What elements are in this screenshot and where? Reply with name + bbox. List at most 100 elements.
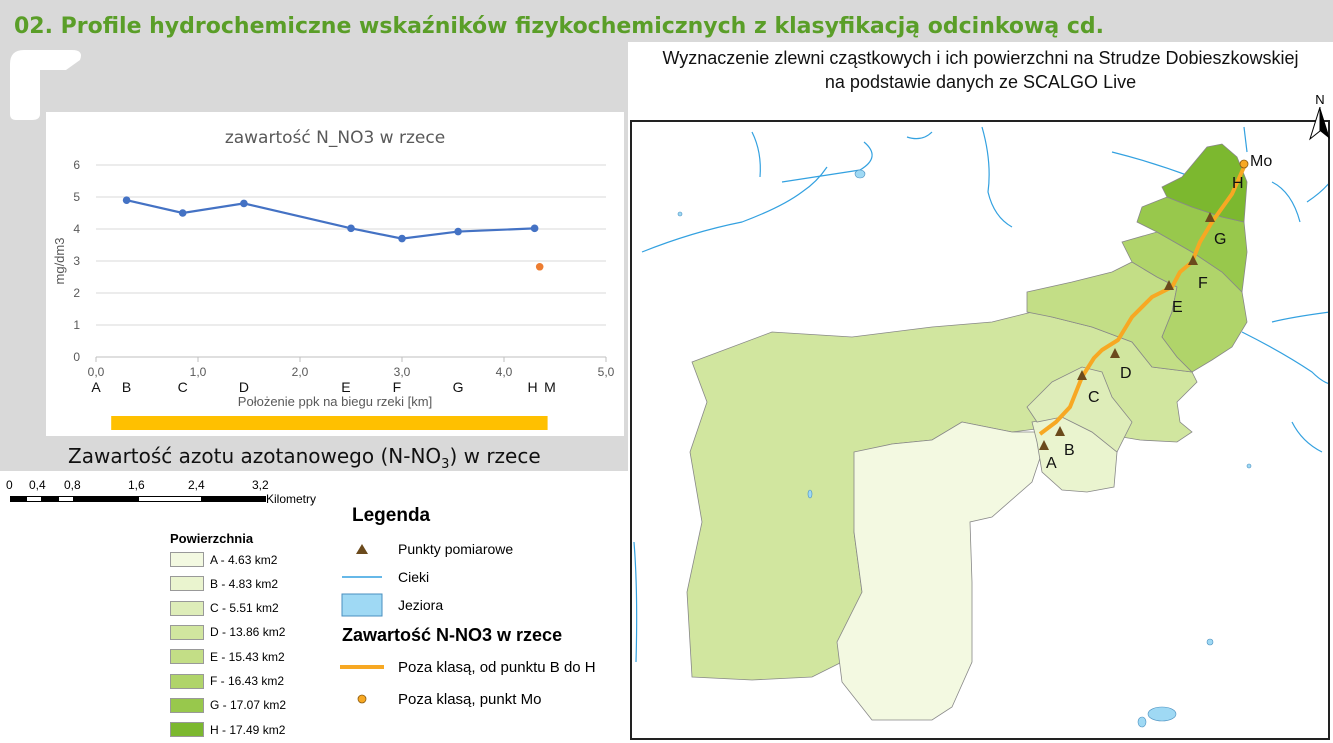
catchment-a xyxy=(836,421,1043,721)
point-label-d: D xyxy=(1120,365,1132,382)
scale-unit: Kilometry xyxy=(266,492,317,506)
point-label: A xyxy=(91,379,101,395)
arrow-icon xyxy=(10,50,81,120)
caption-main: Zawartość azotu azotanowego (N-NO xyxy=(68,444,442,468)
legend-rivers-label: Cieki xyxy=(398,569,430,585)
scale-label-1: 0,4 xyxy=(29,478,46,492)
nno3-chart: zawartość N_NO3 w rzece 0 1 2 3 4 5 6 0,0 1,0 2,0 3… xyxy=(52,128,615,430)
lake xyxy=(677,211,683,217)
point-label: C xyxy=(178,379,188,395)
data-point xyxy=(178,209,187,217)
area-legend-item: B - 4.83 km2 xyxy=(170,576,279,592)
area-swatch xyxy=(170,722,204,738)
legend-subtitle: Zawartość N-NO3 w rzece xyxy=(342,625,563,645)
scale-label-4: 2,4 xyxy=(188,478,205,492)
area-legend-item: C - 5.51 km2 xyxy=(170,600,279,616)
point-label: D xyxy=(239,379,249,395)
data-point xyxy=(398,234,406,243)
point-label: H xyxy=(527,379,537,395)
chart-title: zawartość N_NO3 w rzece xyxy=(225,128,445,148)
scale-segment xyxy=(138,496,202,502)
y-tick-label: 3 xyxy=(73,254,80,268)
area-swatch xyxy=(170,552,204,567)
lake xyxy=(1137,716,1147,728)
x-tick-label: 2,0 xyxy=(292,365,309,379)
class-bar xyxy=(111,416,548,430)
lake-swatch-icon xyxy=(340,593,384,617)
scale-segment xyxy=(74,496,138,502)
river-line xyxy=(1241,331,1328,385)
river-line xyxy=(981,126,1013,228)
lake xyxy=(807,489,813,499)
x-tick-label: 0,0 xyxy=(88,365,105,379)
legend-item-rivers: Cieki xyxy=(340,566,429,588)
x-tick-label: 5,0 xyxy=(598,365,615,379)
catchment-map-svg: A B C D E F G H Mo xyxy=(633,126,1328,728)
x-tick-label: 4,0 xyxy=(496,365,513,379)
slide-title: 02. Profile hydrochemiczne wskaźników fi… xyxy=(14,14,1105,39)
river-line xyxy=(1271,311,1328,323)
area-label: E - 15.43 km2 xyxy=(210,649,285,664)
legend-item-lakes: Jeziora xyxy=(340,593,444,617)
legend-item-points: Punkty pomiarowe xyxy=(340,538,513,560)
y-tick-label: 2 xyxy=(73,286,80,300)
data-point xyxy=(454,227,462,236)
area-swatch xyxy=(170,697,204,713)
scale-label-5: 3,2 xyxy=(252,478,269,492)
scale-label-2: 0,8 xyxy=(64,478,81,492)
scale-segment xyxy=(58,496,74,502)
y-tick-label: 0 xyxy=(73,350,80,364)
river-line xyxy=(1306,183,1328,203)
series-line xyxy=(126,199,535,240)
legend-points-label: Punkty pomiarowe xyxy=(398,541,514,557)
orange-dot-icon xyxy=(1239,159,1249,169)
x-tick-label: 3,0 xyxy=(394,365,411,379)
area-label: D - 13.86 km2 xyxy=(210,625,286,640)
point-label-f: F xyxy=(1198,275,1208,292)
scale-segment xyxy=(10,496,26,502)
area-swatch xyxy=(170,624,204,640)
area-swatch xyxy=(170,649,204,665)
chart-caption: Zawartość azotu azotanowego (N-NO3) w rz… xyxy=(68,444,541,472)
lake xyxy=(1246,463,1252,469)
north-label: N xyxy=(1315,92,1325,107)
legend-class-point-label: Poza klasą, punkt Mo xyxy=(398,690,542,708)
lake xyxy=(1206,638,1214,646)
nno3-chart-panel: zawartość N_NO3 w rzece 0 1 2 3 4 5 6 0,0 1,0 2,0 3… xyxy=(46,112,624,436)
orange-dot-icon xyxy=(340,688,384,710)
point-label-c: C xyxy=(1088,389,1100,406)
y-tick-label: 1 xyxy=(73,318,80,332)
point-label: E xyxy=(341,379,350,395)
river-line xyxy=(633,541,638,663)
point-label: F xyxy=(393,379,402,395)
point-label-a: A xyxy=(1046,455,1057,472)
area-swatch xyxy=(170,576,204,592)
point-label: M xyxy=(544,379,556,395)
legend-lakes-label: Jeziora xyxy=(398,597,444,613)
data-point xyxy=(122,196,131,204)
legend-title: Legenda xyxy=(352,505,431,526)
y-tick-label: 6 xyxy=(73,158,80,172)
point-label: G xyxy=(453,379,464,395)
data-point xyxy=(530,224,539,233)
scale-segment xyxy=(202,496,266,502)
scale-bar: 0 0,4 0,8 1,6 2,4 3,2 Kilometry xyxy=(6,478,338,518)
map-title-line1: Wyznaczenie zlewni cząstkowych i ich pow… xyxy=(662,48,1299,68)
area-legend-item: F - 16.43 km2 xyxy=(170,673,284,689)
area-legend-item: G - 17.07 km2 xyxy=(170,697,286,713)
legend-item-class-point: Poza klasą, punkt Mo xyxy=(340,688,541,710)
area-legend-item: A - 4.63 km2 xyxy=(170,552,277,567)
lake xyxy=(1147,706,1177,722)
point-label-mo: Mo xyxy=(1250,153,1272,170)
north-arrow: N xyxy=(1308,92,1332,148)
river-line xyxy=(906,131,933,140)
area-label: C - 5.51 km2 xyxy=(210,601,279,616)
y-axis-label: mg/dm3 xyxy=(52,238,67,285)
data-point xyxy=(240,199,248,208)
catchment-map: A B C D E F G H Mo xyxy=(630,120,1330,740)
legend-item-class-line: Poza klasą, od punktu B do H xyxy=(340,656,596,678)
area-label: B - 4.83 km2 xyxy=(210,576,279,591)
y-tick-label: 4 xyxy=(73,222,80,236)
scale-segment xyxy=(26,496,42,502)
river-line-icon xyxy=(340,566,384,588)
